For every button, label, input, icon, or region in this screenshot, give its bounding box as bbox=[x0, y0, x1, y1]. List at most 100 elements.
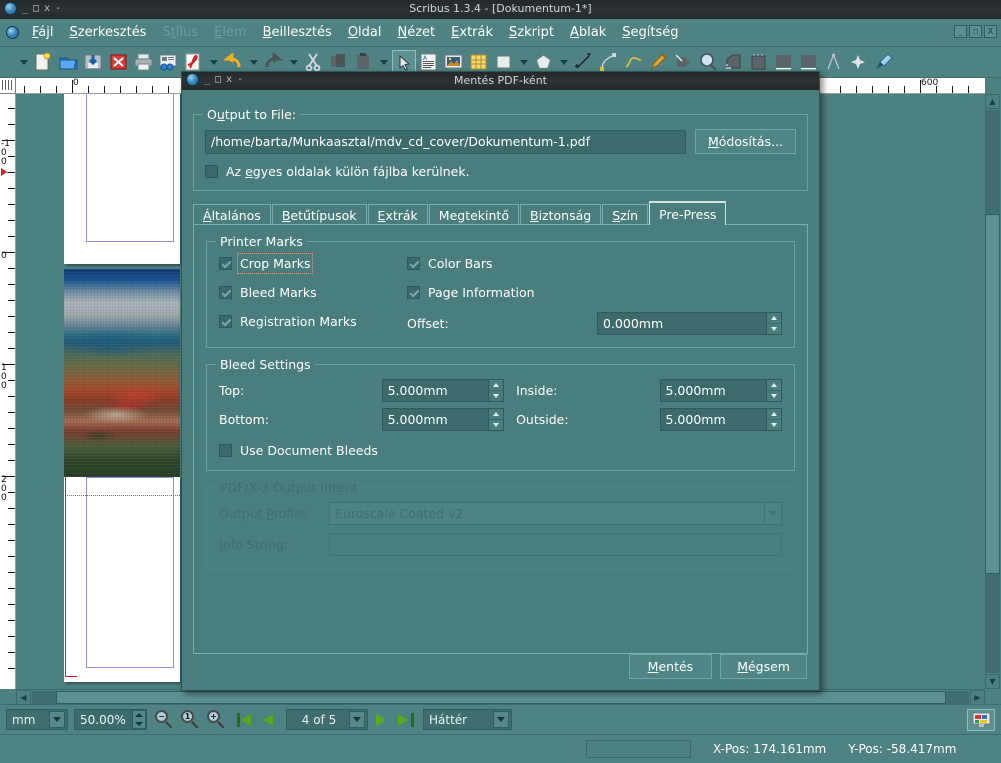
first-page-icon[interactable] bbox=[235, 709, 257, 731]
scroll-down-arrow-icon[interactable]: ▼ bbox=[985, 674, 1000, 689]
toolbar-handle[interactable] bbox=[2, 50, 16, 74]
status-toolbar: mm 50.00% − 1 + 4 of 5 Háttér bbox=[0, 704, 1001, 734]
change-output-path-button[interactable]: Módosítás... bbox=[694, 129, 796, 154]
menu-extrak[interactable]: Extrák bbox=[443, 22, 501, 43]
tab-megtekinto[interactable]: Megtekintő bbox=[428, 204, 519, 225]
tab-altalanos[interactable]: Általános bbox=[193, 204, 271, 225]
bleed-bottom-spinbox[interactable]: 5.000mm bbox=[381, 408, 505, 431]
bleed-outside-stepper[interactable] bbox=[766, 409, 781, 430]
scroll-up-arrow-icon[interactable]: ▲ bbox=[985, 94, 1000, 109]
bleed-top-stepper[interactable] bbox=[488, 380, 504, 401]
output-profile-select: Euroscale Coated v2 bbox=[329, 502, 782, 525]
previous-page-icon[interactable] bbox=[259, 709, 281, 731]
hruler-label-0: 0 bbox=[73, 78, 79, 88]
tab-biztonsag[interactable]: Biztonság bbox=[519, 204, 602, 225]
use-document-bleeds-checkbox-row[interactable]: Use Document Bleeds bbox=[219, 443, 782, 458]
cancel-button[interactable]: Mégsem bbox=[720, 654, 807, 679]
open-folder-icon[interactable] bbox=[57, 50, 81, 74]
bleed-top-label: Top: bbox=[219, 383, 245, 398]
bleed-inside-spinbox[interactable]: 5.000mm bbox=[659, 379, 782, 402]
registration-marks-checkbox-row[interactable]: Registration Marks bbox=[219, 314, 407, 329]
page-number-chevron-down-icon[interactable] bbox=[349, 711, 365, 728]
page-information-checkbox[interactable] bbox=[407, 286, 420, 299]
zoom-level-spinbox[interactable]: 50.00% bbox=[74, 709, 147, 730]
tab-extrak[interactable]: Extrák bbox=[367, 204, 428, 225]
info-string-input bbox=[329, 533, 782, 556]
zoom-in-icon[interactable]: + bbox=[205, 709, 227, 731]
use-document-bleeds-checkbox[interactable] bbox=[219, 444, 232, 457]
mdi-window-controls: _ ❐ X bbox=[954, 25, 997, 38]
document-page-upper[interactable] bbox=[64, 94, 180, 264]
color-bars-checkbox[interactable] bbox=[407, 257, 420, 270]
menu-ablak[interactable]: Ablak bbox=[562, 22, 614, 43]
vscroll-thumb[interactable] bbox=[985, 214, 1000, 574]
zoom-level-stepper[interactable] bbox=[132, 710, 146, 729]
separate-files-checkbox-row[interactable]: Az egyes oldalak külön fájlba kerülnek. bbox=[205, 164, 796, 179]
offset-stepper[interactable] bbox=[766, 313, 781, 334]
copy-item-properties-icon[interactable] bbox=[847, 50, 871, 74]
measurements-icon[interactable] bbox=[822, 50, 846, 74]
unit-select[interactable]: mm bbox=[6, 709, 68, 730]
mdi-restore-button[interactable]: ❐ bbox=[969, 25, 982, 38]
close-document-icon[interactable] bbox=[107, 50, 131, 74]
menu-stilus: Stílus bbox=[162, 25, 199, 40]
menu-fajl[interactable]: FFájlájl bbox=[24, 22, 62, 43]
zoom-100-icon[interactable]: 1 bbox=[179, 709, 201, 731]
dialog-body: Output to File: /home/barta/Munkaasztal/… bbox=[182, 90, 819, 691]
horizontal-scrollbar[interactable]: ◀ ▶ bbox=[16, 689, 985, 705]
tab-pre-press[interactable]: Pre-Press bbox=[649, 201, 727, 225]
layer-select[interactable]: Háttér bbox=[423, 709, 512, 730]
bleed-marks-checkbox-row[interactable]: Bleed Marks bbox=[219, 285, 407, 300]
menu-oldal[interactable]: Oldal bbox=[340, 22, 390, 43]
vertical-scrollbar[interactable]: ▲ ▼ bbox=[985, 94, 1001, 689]
unit-select-chevron-down-icon[interactable] bbox=[49, 711, 65, 728]
document-page-lower[interactable] bbox=[62, 475, 182, 682]
page-number-select[interactable]: 4 of 5 bbox=[286, 709, 368, 730]
bleed-marks-checkbox[interactable] bbox=[219, 286, 232, 299]
next-page-icon[interactable] bbox=[372, 709, 394, 731]
bleed-inside-stepper[interactable] bbox=[766, 380, 781, 401]
offset-spinbox[interactable]: 0.000mm bbox=[597, 312, 782, 335]
menu-beillesztes[interactable]: Beillesztés bbox=[255, 22, 340, 43]
bleed-top-spinbox[interactable]: 5.000mm bbox=[381, 379, 505, 402]
menu-segitseg[interactable]: Segítség bbox=[614, 22, 686, 43]
scroll-left-arrow-icon[interactable]: ◀ bbox=[16, 690, 31, 705]
save-button[interactable]: Mentés bbox=[628, 654, 713, 679]
layer-select-value: Háttér bbox=[429, 712, 468, 727]
crop-marks-checkbox-row[interactable]: Crop Marks bbox=[219, 253, 407, 274]
ruler-origin-corner[interactable] bbox=[0, 78, 16, 94]
menu-szkript[interactable]: Szkript bbox=[501, 22, 562, 43]
crop-marks-checkbox[interactable] bbox=[219, 257, 232, 270]
x-position-label: X-Pos: 174.161mm bbox=[713, 742, 827, 756]
last-page-icon[interactable] bbox=[396, 709, 418, 731]
bleed-bottom-label: Bottom: bbox=[219, 412, 270, 427]
toolbar-overflow-chevron-down-icon[interactable] bbox=[17, 50, 31, 74]
cd-cover-aerial-photo[interactable] bbox=[64, 269, 180, 477]
new-document-icon[interactable] bbox=[32, 50, 56, 74]
bleed-settings-group: Bleed Settings Top: 5.000mm Inside: 5.00… bbox=[206, 357, 795, 471]
print-preview-icon[interactable] bbox=[157, 50, 181, 74]
layer-select-chevron-down-icon[interactable] bbox=[493, 711, 509, 728]
menu-nezet[interactable]: Nézet bbox=[390, 22, 444, 43]
tab-szin[interactable]: Szín bbox=[602, 204, 649, 225]
print-icon[interactable] bbox=[132, 50, 156, 74]
tab-betutipusok[interactable]: Betűtípusok bbox=[271, 204, 367, 225]
save-icon[interactable] bbox=[82, 50, 106, 74]
printer-marks-group: Printer Marks Crop Marks Bleed Marks Reg… bbox=[206, 234, 795, 348]
output-path-input[interactable]: /home/barta/Munkaasztal/mdv_cd_cover/Dok… bbox=[205, 129, 686, 154]
scroll-right-arrow-icon[interactable]: ▶ bbox=[970, 690, 985, 705]
menu-szerkesztes[interactable]: Szerkesztés bbox=[62, 22, 155, 43]
color-bars-checkbox-row[interactable]: Color Bars bbox=[407, 256, 782, 271]
mdi-minimize-button[interactable]: _ bbox=[954, 25, 967, 38]
preview-mode-icon[interactable] bbox=[967, 709, 995, 731]
bleed-bottom-stepper[interactable] bbox=[488, 409, 504, 430]
vertical-ruler[interactable]: -100 0 100 200 bbox=[0, 94, 16, 689]
zoom-out-icon[interactable]: − bbox=[153, 709, 175, 731]
bleed-outside-spinbox[interactable]: 5.000mm bbox=[659, 408, 782, 431]
mdi-close-button[interactable]: X bbox=[984, 25, 997, 38]
eyedropper-icon[interactable] bbox=[872, 50, 896, 74]
separate-files-checkbox[interactable] bbox=[205, 165, 218, 178]
registration-marks-checkbox[interactable] bbox=[219, 315, 232, 328]
hscroll-thumb[interactable] bbox=[56, 691, 946, 704]
page-information-checkbox-row[interactable]: Page Information bbox=[407, 285, 782, 300]
